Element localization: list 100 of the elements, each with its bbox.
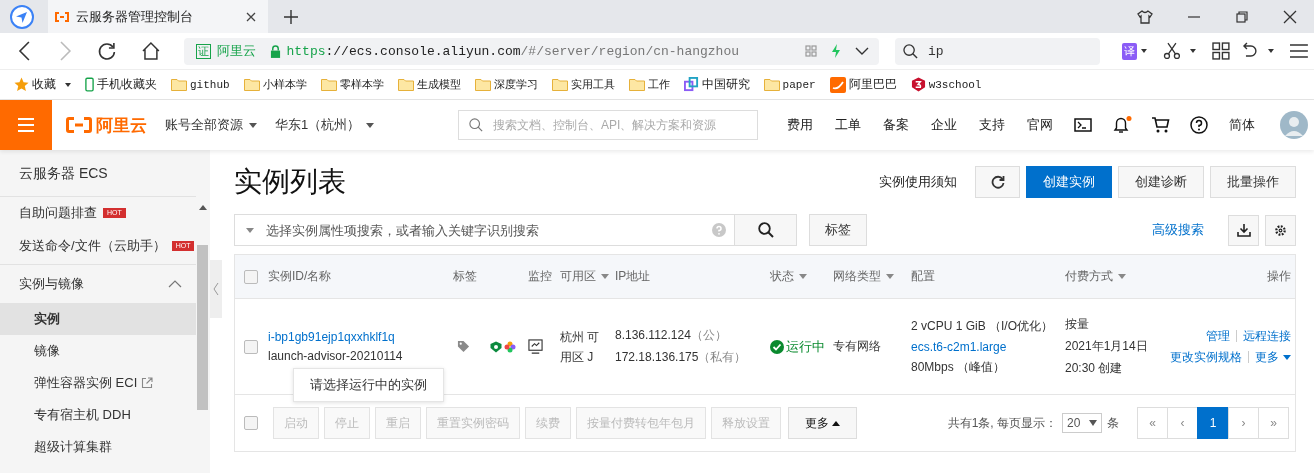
refresh-button[interactable]: [975, 166, 1020, 198]
bell-icon[interactable]: [1112, 116, 1132, 134]
instance-id-link[interactable]: i-bp1gb91ejp1qxxhklf1q: [268, 330, 395, 344]
flower-icon[interactable]: [504, 340, 516, 353]
search-button[interactable]: [735, 214, 797, 246]
address-field[interactable]: 证 阿里云 https://ecs.console.aliyun.com/#/server/region/cn-hangzhou: [183, 37, 879, 65]
column-header[interactable]: 付费方式: [1065, 255, 1168, 298]
column-header[interactable]: 配置: [911, 255, 1065, 298]
browser-tab[interactable]: 云服务器管理控制台: [48, 0, 268, 33]
bookmark-item[interactable]: 小样本学: [243, 77, 307, 92]
bookmark-item[interactable]: 工作: [628, 77, 670, 92]
grid-icon[interactable]: [1212, 42, 1231, 60]
collapse-handle[interactable]: [210, 260, 222, 318]
chevron-down-icon[interactable]: [854, 47, 869, 55]
action-link[interactable]: 管理: [1206, 327, 1230, 345]
scroll-up-icon[interactable]: [199, 205, 207, 210]
sidebar-item[interactable]: 实例: [0, 303, 196, 335]
close-icon[interactable]: [1283, 9, 1297, 24]
notice-link[interactable]: 实例使用须知: [879, 173, 957, 191]
menu-button[interactable]: [0, 100, 52, 150]
nav-link[interactable]: 企业: [931, 116, 957, 134]
search-bar[interactable]: 搜索文档、控制台、API、解决方案和资源: [458, 110, 758, 140]
column-header[interactable]: 实例ID/名称: [268, 255, 453, 298]
nav-link[interactable]: 官网: [1027, 116, 1053, 134]
checkbox[interactable]: [244, 339, 258, 354]
settings-button[interactable]: [1265, 214, 1296, 246]
terminal-icon[interactable]: [1074, 118, 1092, 132]
scissors-icon[interactable]: [1162, 42, 1181, 60]
region-dropdown[interactable]: 华东1（杭州）: [275, 116, 375, 134]
translate-button[interactable]: 译: [1121, 42, 1137, 60]
spec-link[interactable]: ecs.t6-c2m1.large: [911, 339, 1007, 354]
sidebar-item[interactable]: 超级计算集群: [0, 431, 196, 463]
bookmark-item[interactable]: 手机收藏夹: [85, 76, 157, 93]
page-button[interactable]: ›: [1228, 407, 1259, 439]
column-header[interactable]: 标签: [453, 255, 528, 298]
sidebar-item[interactable]: 弹性容器实例 ECI: [0, 367, 196, 399]
column-header[interactable]: 可用区: [560, 255, 615, 298]
bookmark-item[interactable]: 零样本学: [320, 77, 384, 92]
bookmark-item[interactable]: 深度学习: [474, 77, 538, 92]
page-button[interactable]: »: [1258, 407, 1289, 439]
toolbar-button[interactable]: 创建实例: [1026, 166, 1112, 198]
action-link[interactable]: 更多: [1255, 348, 1291, 366]
caret-icon[interactable]: [1190, 49, 1197, 53]
bookmark-item[interactable]: github: [171, 78, 230, 91]
column-header[interactable]: 网络类型: [833, 255, 911, 298]
caret-icon[interactable]: [1140, 49, 1147, 53]
download-button[interactable]: [1228, 214, 1259, 246]
action-link[interactable]: 更改实例规格: [1170, 348, 1242, 366]
bookmark-item[interactable]: 中国研究: [683, 76, 750, 93]
bulk-action-button[interactable]: 更多: [788, 407, 857, 439]
restore-icon[interactable]: [1235, 9, 1249, 24]
bookmark-item[interactable]: w3school: [910, 77, 982, 92]
bookmark-item[interactable]: 生成模型: [397, 77, 461, 92]
checkbox[interactable]: [244, 269, 258, 284]
sidebar-item[interactable]: 专有宿主机 DDH: [0, 399, 196, 431]
toolbar-button[interactable]: 批量操作: [1210, 166, 1296, 198]
checkbox[interactable]: [244, 416, 258, 430]
account-dropdown[interactable]: 账号全部资源: [165, 116, 257, 134]
page-size-select[interactable]: 20: [1062, 413, 1102, 433]
sidebar-group[interactable]: 实例与镜像: [0, 265, 196, 303]
help-icon[interactable]: [1190, 116, 1208, 134]
folder-icon: [397, 78, 414, 91]
column-header[interactable]: 状态: [770, 255, 833, 298]
advanced-search-link[interactable]: 高级搜索: [1152, 221, 1204, 239]
bookmark-item[interactable]: 实用工具: [551, 77, 615, 92]
search-input[interactable]: 搜索文档、控制台、API、解决方案和资源: [491, 117, 747, 133]
column-header[interactable]: 监控: [528, 255, 560, 298]
reload-icon[interactable]: [96, 41, 117, 61]
nav-link[interactable]: 支持: [979, 116, 1005, 134]
compass-icon[interactable]: [10, 4, 34, 29]
column-header[interactable]: IP地址: [615, 255, 770, 298]
page-button[interactable]: 1: [1197, 407, 1229, 439]
bookmark-item[interactable]: 阿里巴巴: [829, 76, 897, 93]
undo-icon[interactable]: [1240, 42, 1259, 60]
bookmark-item[interactable]: paper: [763, 78, 816, 91]
tag-icon[interactable]: [457, 340, 470, 353]
page-button[interactable]: «: [1137, 407, 1168, 439]
action-link[interactable]: 远程连接: [1243, 327, 1291, 345]
nav-link[interactable]: 备案: [883, 116, 909, 134]
menu-icon[interactable]: [1290, 43, 1308, 59]
scrollbar-thumb[interactable]: [197, 245, 208, 410]
cart-icon[interactable]: [1152, 117, 1170, 133]
sidebar-item[interactable]: 镜像: [0, 335, 196, 367]
search-field[interactable]: ip: [894, 37, 1100, 65]
caret-icon[interactable]: [1268, 49, 1275, 53]
tag-button[interactable]: 标签: [809, 214, 867, 246]
page-button[interactable]: ‹: [1167, 407, 1198, 439]
toolbar-button[interactable]: 创建诊断: [1118, 166, 1204, 198]
home-icon[interactable]: [140, 41, 161, 61]
search-bar[interactable]: 选择实例属性项搜索，或者输入关键字识别搜索: [234, 214, 735, 246]
close-icon[interactable]: [246, 11, 256, 22]
nav-link[interactable]: 费用: [787, 116, 813, 134]
shirt-icon[interactable]: [1137, 8, 1153, 25]
column-header[interactable]: 操作: [1168, 255, 1295, 298]
bookmark-item[interactable]: 收藏: [14, 76, 71, 93]
new-tab-icon[interactable]: [284, 9, 298, 24]
nav-link[interactable]: 工单: [835, 116, 861, 134]
language-link[interactable]: 简体: [1229, 116, 1255, 134]
monitor-icon[interactable]: [528, 339, 543, 354]
shield-icon[interactable]: [490, 340, 502, 353]
